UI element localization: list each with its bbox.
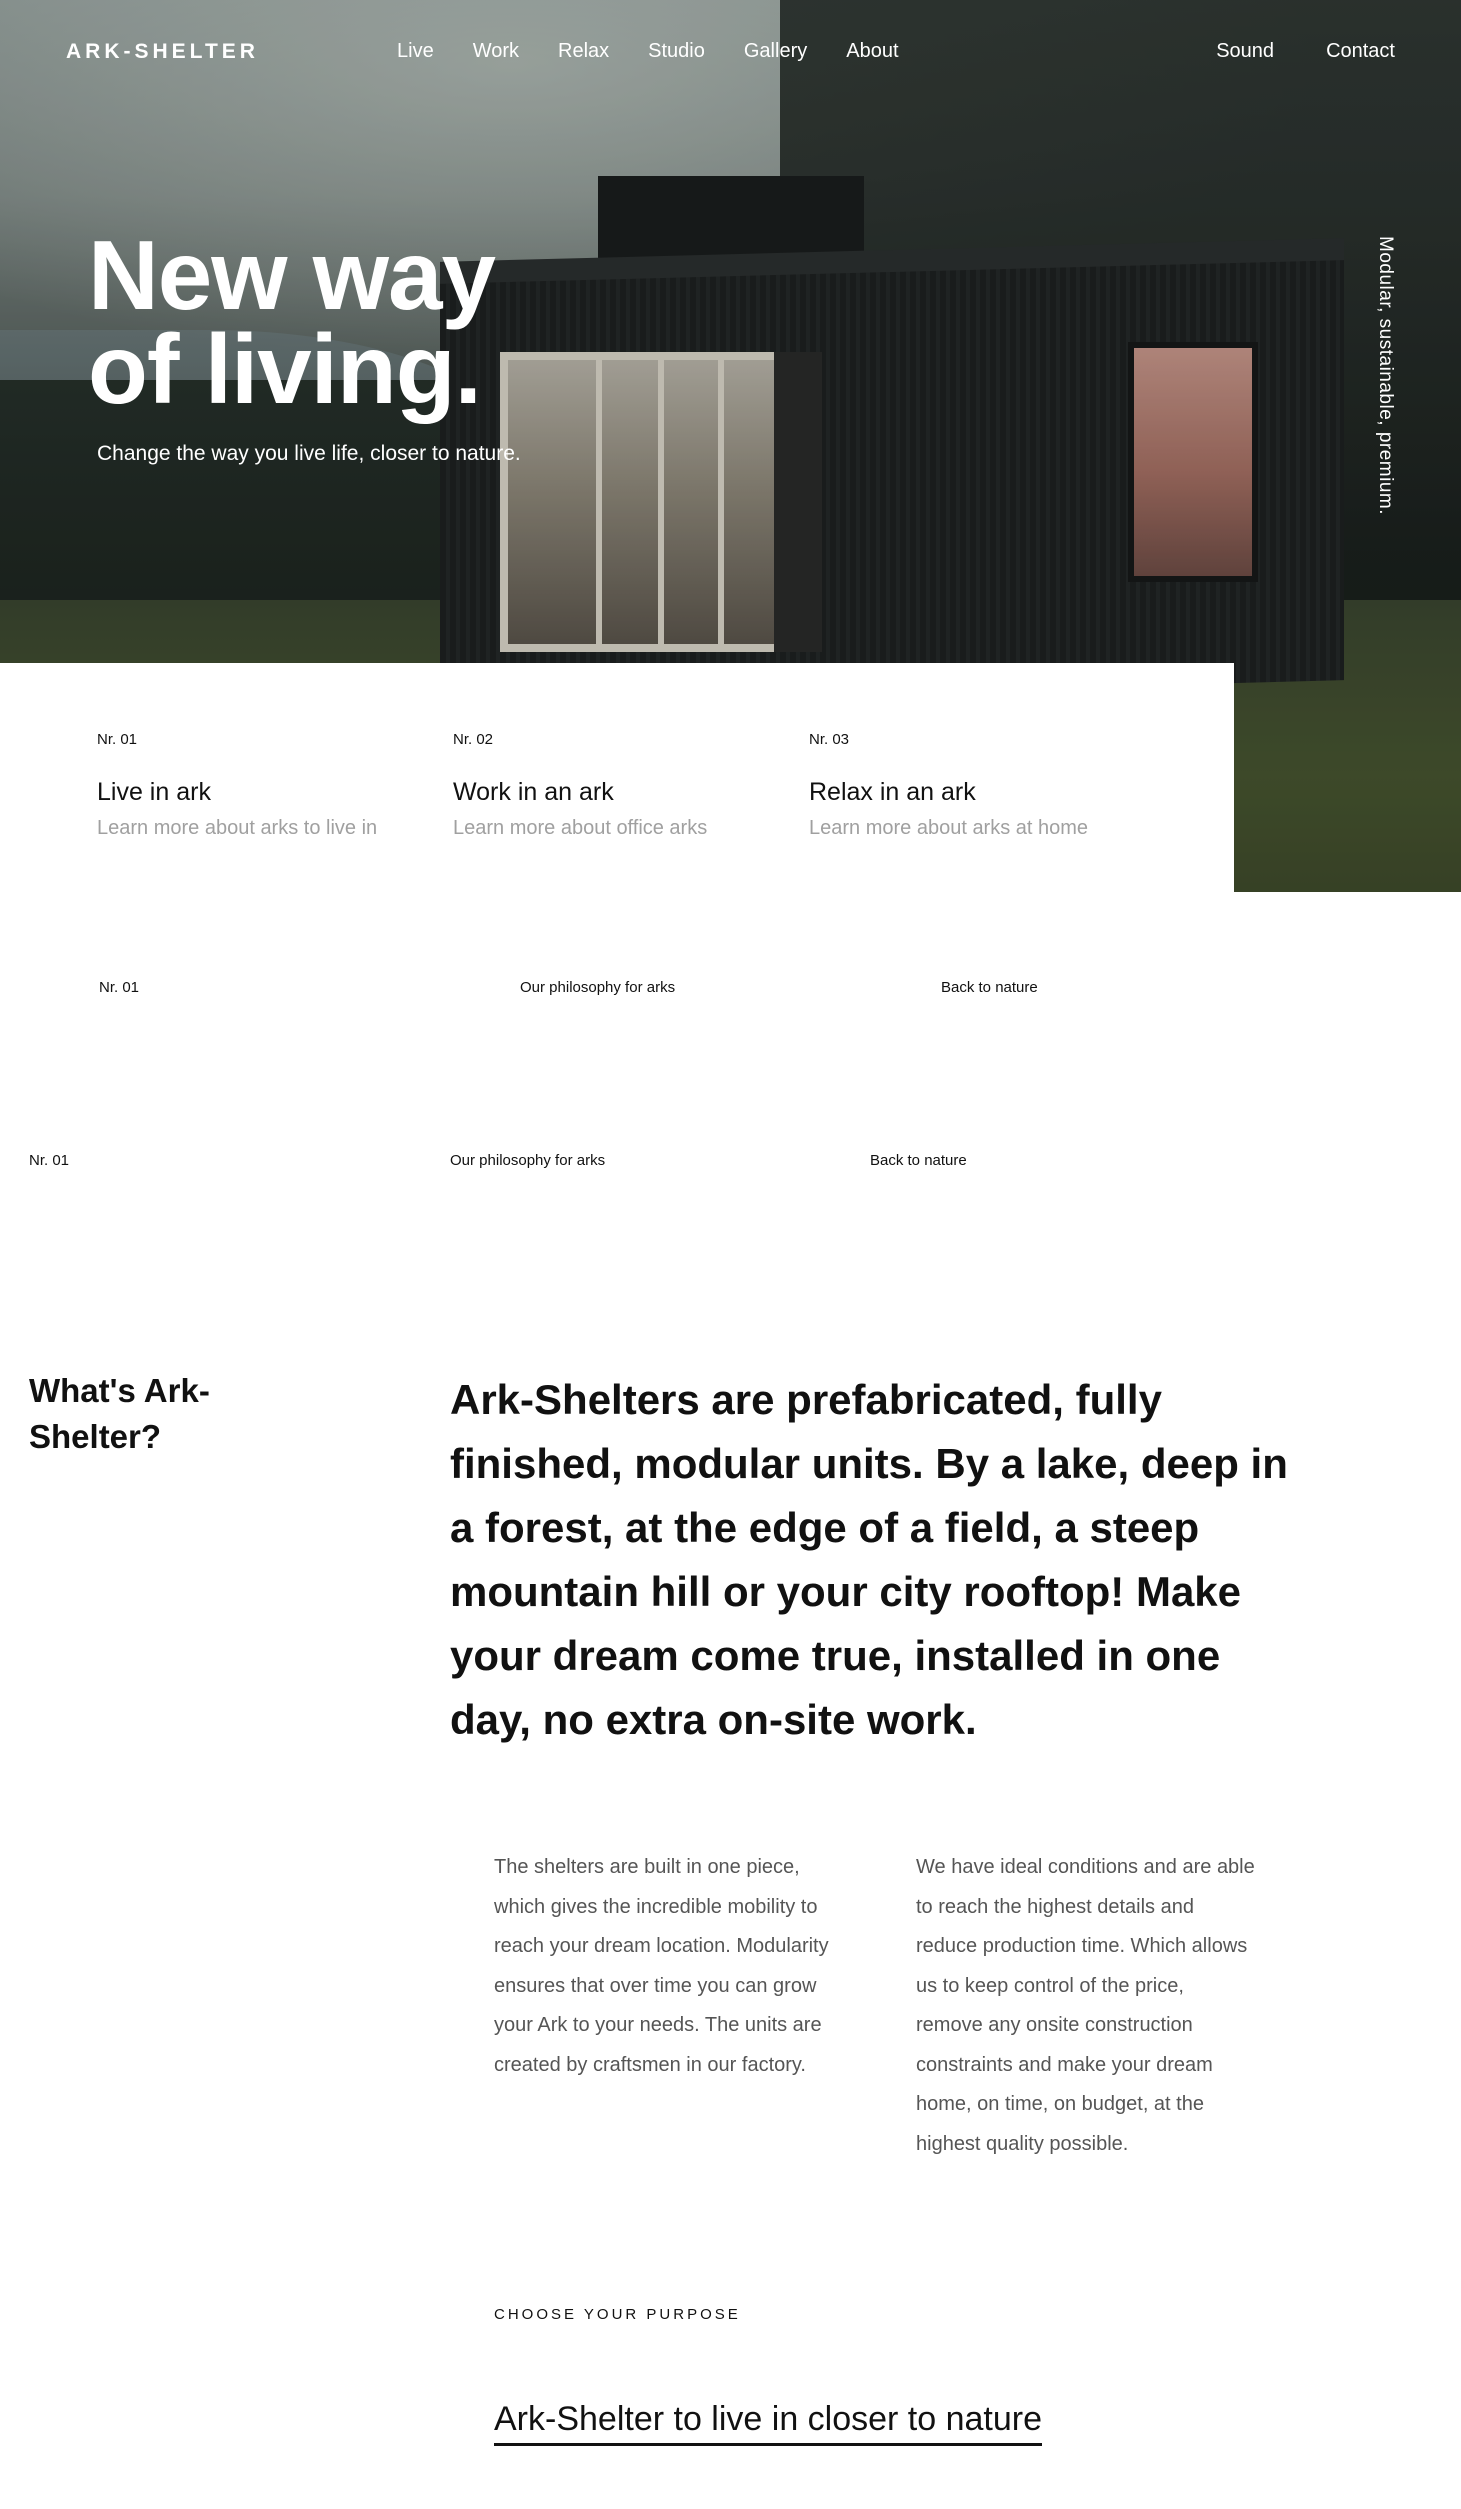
hero-vertical-tagline: Modular, sustainable, premium.: [1375, 236, 1396, 516]
card-number: Nr. 02: [453, 731, 494, 748]
nav-item-sound[interactable]: Sound: [1216, 40, 1274, 63]
hero-title: New way of living.: [88, 226, 688, 418]
nav-item-gallery[interactable]: Gallery: [744, 40, 807, 63]
nav-item-live[interactable]: Live: [397, 40, 434, 63]
section-number: Nr. 01: [29, 1152, 70, 1169]
nav-item-relax[interactable]: Relax: [558, 40, 609, 63]
nav-item-contact[interactable]: Contact: [1326, 40, 1395, 63]
section-number: Nr. 01: [99, 979, 140, 996]
site-logo[interactable]: ARK-SHELTER: [66, 40, 259, 64]
secondary-nav: Sound Contact: [1164, 40, 1395, 63]
purpose-cards: Nr. 01 Live in ark Learn more about arks…: [0, 663, 1234, 892]
card-work[interactable]: Nr. 02 Work in an ark Learn more about o…: [453, 731, 773, 840]
card-title: Work in an ark: [453, 778, 614, 806]
card-description: Learn more about arks at home: [809, 817, 1089, 839]
card-number: Nr. 03: [809, 731, 850, 748]
about-heading: What's Ark-Shelter?: [29, 1372, 210, 1455]
card-description: Learn more about office arks: [453, 817, 708, 839]
card-live[interactable]: Nr. 01 Live in ark Learn more about arks…: [97, 731, 417, 840]
about-lead-text: Ark-Shelters are prefabricated, fully fi…: [450, 1376, 1288, 1743]
purpose-label: CHOOSE YOUR PURPOSE: [494, 2306, 741, 2323]
hero-subtitle: Change the way you live life, closer to …: [97, 442, 521, 465]
card-description: Learn more about arks to live in: [97, 817, 378, 839]
section-label-nature: Back to nature: [941, 979, 1038, 996]
section-label-philosophy: Our philosophy for arks: [520, 979, 676, 996]
hero-title-line2: of living.: [88, 314, 482, 424]
section-label-philosophy: Our philosophy for arks: [450, 1152, 606, 1169]
nav-item-studio[interactable]: Studio: [648, 40, 705, 63]
main-nav: Live Work Relax Studio Gallery About: [397, 40, 938, 63]
section-label-nature: Back to nature: [870, 1152, 967, 1169]
nav-item-work[interactable]: Work: [473, 40, 519, 63]
purpose-link-live[interactable]: Ark-Shelter to live in closer to nature: [494, 2400, 1043, 2446]
about-column-right: We have ideal conditions and are able to…: [916, 1856, 1255, 2155]
card-title: Relax in an ark: [809, 778, 976, 806]
card-number: Nr. 01: [97, 731, 138, 748]
card-relax[interactable]: Nr. 03 Relax in an ark Learn more about …: [809, 731, 1129, 840]
nav-item-about[interactable]: About: [846, 40, 898, 63]
card-title: Live in ark: [97, 778, 211, 806]
about-column-left: The shelters are built in one piece, whi…: [494, 1856, 829, 2076]
